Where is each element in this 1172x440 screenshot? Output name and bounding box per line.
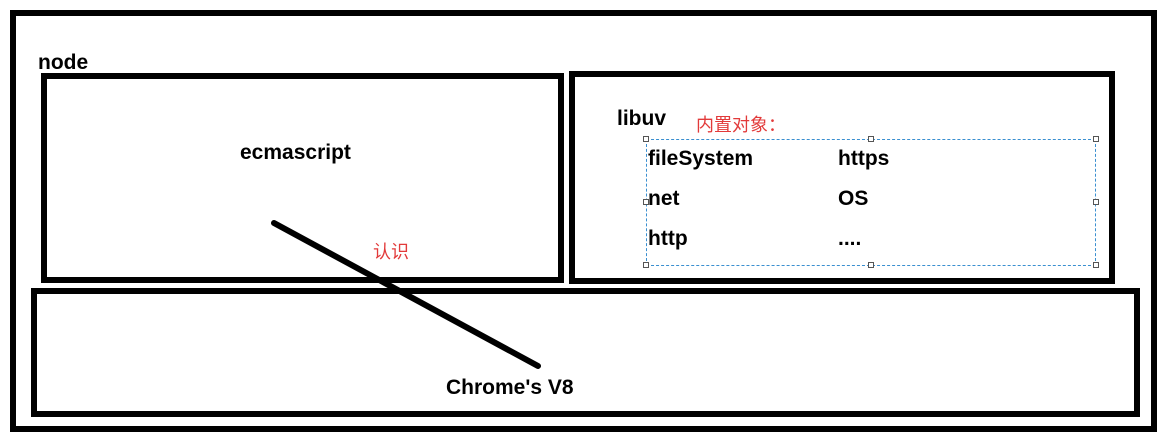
ecmascript-label: ecmascript	[240, 141, 351, 164]
libuv-label: libuv	[617, 107, 667, 130]
resize-handle-bottom[interactable]	[868, 262, 874, 268]
v8-box	[31, 288, 1140, 417]
resize-handle-right[interactable]	[1093, 199, 1099, 205]
object-os: OS	[838, 187, 869, 210]
resize-handle-bottom-left[interactable]	[643, 262, 649, 268]
resize-handle-bottom-right[interactable]	[1093, 262, 1099, 268]
resize-handle-top[interactable]	[868, 136, 874, 142]
resize-handle-top-left[interactable]	[643, 136, 649, 142]
builtin-objects-annotation: 内置对象：	[696, 115, 786, 136]
object-https: https	[838, 147, 890, 170]
object-filesystem: fileSystem	[648, 147, 754, 170]
ecmascript-box	[41, 73, 564, 283]
object-net: net	[648, 187, 680, 210]
node-label: node	[38, 51, 89, 74]
object-http: http	[648, 227, 688, 250]
v8-label: Chrome's V8	[446, 376, 574, 399]
object-ellipsis: ....	[838, 227, 862, 250]
resize-handle-top-right[interactable]	[1093, 136, 1099, 142]
recognition-annotation: 认识	[373, 242, 409, 263]
